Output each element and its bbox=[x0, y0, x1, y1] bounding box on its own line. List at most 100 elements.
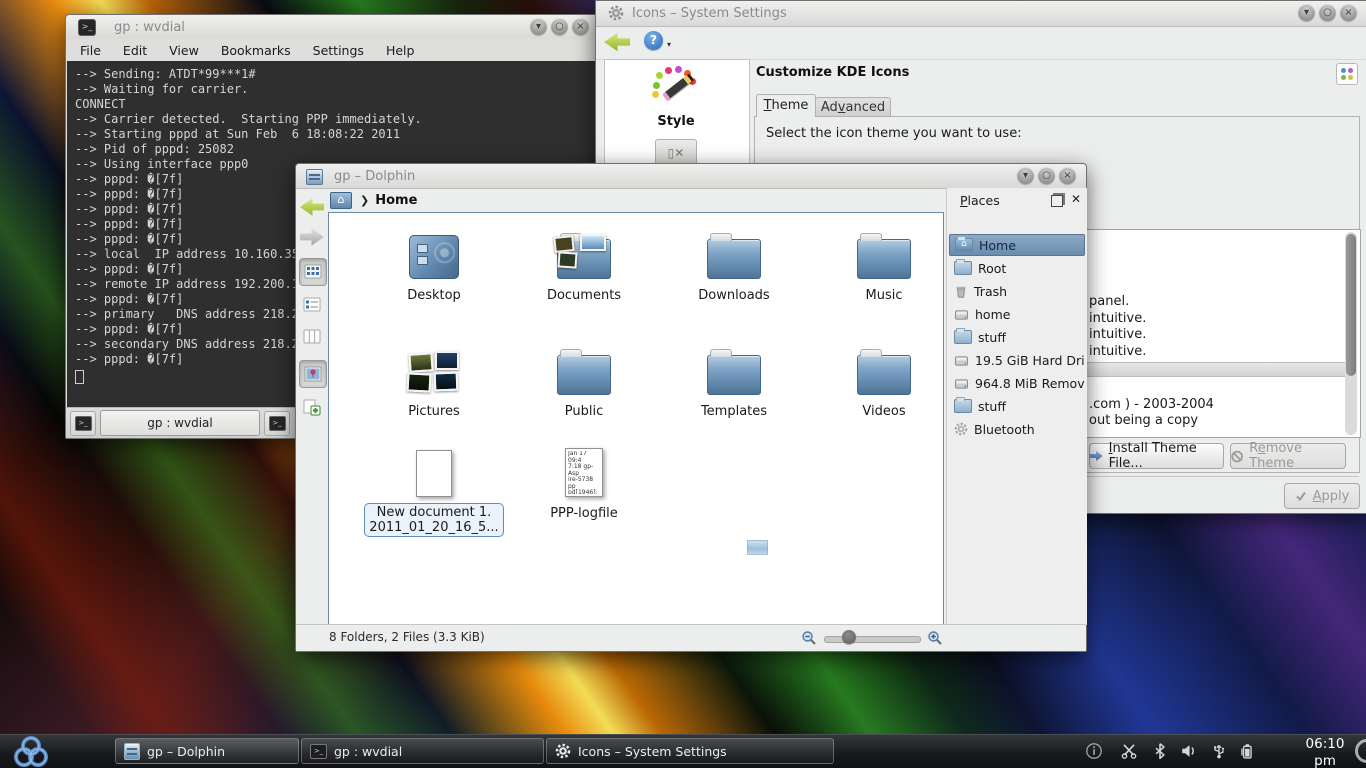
panel-toolbox-icon[interactable] bbox=[1355, 739, 1366, 763]
back-button[interactable] bbox=[299, 194, 325, 220]
terminal-titlebar[interactable]: >_ gp : wvdial ▾ ○ × bbox=[66, 15, 601, 40]
terminal-tab-button-2[interactable]: >_ bbox=[264, 411, 290, 436]
arrow-left-icon bbox=[300, 198, 324, 217]
tab-theme[interactable]: Theme bbox=[756, 94, 816, 117]
battery-icon[interactable] bbox=[1238, 742, 1256, 760]
terminal-title: gp : wvdial bbox=[114, 20, 185, 35]
clock[interactable]: 06:10 pm Sun, 6 Feb bbox=[1294, 736, 1356, 768]
document-icon bbox=[416, 450, 452, 497]
place-stuff-2[interactable]: stuff bbox=[949, 395, 1085, 417]
file-preview-text: Jan 17 09:4 7:18 gp-Asp ire-5738 pp pd[1… bbox=[568, 451, 600, 494]
maximize-button[interactable]: ○ bbox=[551, 18, 568, 35]
theme-credit-fragment: .com ) - 2003-2004 out being a copy bbox=[1089, 397, 1214, 429]
zoom-out-icon[interactable] bbox=[801, 630, 817, 646]
drag-artifact-icon bbox=[747, 540, 768, 555]
details-view-icon bbox=[303, 296, 321, 314]
menu-settings[interactable]: Settings bbox=[313, 43, 364, 58]
folder-item-public[interactable]: Public bbox=[509, 339, 659, 419]
place-hard-drive[interactable]: 19.5 GiB Hard Drive bbox=[949, 349, 1085, 371]
maximize-button[interactable]: ○ bbox=[1319, 4, 1336, 21]
place-bluetooth[interactable]: Bluetooth bbox=[949, 418, 1085, 440]
terminal-cursor bbox=[75, 370, 84, 384]
close-button[interactable]: × bbox=[572, 18, 589, 35]
places-panel-title: Places bbox=[960, 193, 1000, 208]
maximize-button[interactable]: ○ bbox=[1038, 167, 1055, 184]
folder-item-pictures[interactable]: Pictures bbox=[359, 339, 509, 419]
folder-item-downloads[interactable]: Downloads bbox=[659, 223, 809, 303]
dolphin-toolbar bbox=[296, 188, 328, 625]
zoom-slider-handle[interactable] bbox=[842, 630, 856, 644]
volume-icon[interactable] bbox=[1180, 742, 1198, 760]
menu-file[interactable]: File bbox=[80, 43, 101, 58]
folder-item-documents[interactable]: Documents bbox=[509, 223, 659, 303]
status-text: 8 Folders, 2 Files (3.3 KiB) bbox=[329, 630, 485, 644]
breadcrumb: ⌂ ❯ Home bbox=[328, 188, 946, 212]
menu-view[interactable]: View bbox=[169, 43, 199, 58]
columns-view-button[interactable] bbox=[299, 324, 325, 350]
zoom-in-icon[interactable] bbox=[927, 630, 943, 646]
place-trash[interactable]: Trash bbox=[949, 280, 1085, 302]
menu-bookmarks[interactable]: Bookmarks bbox=[221, 43, 291, 58]
sidebar-item-style[interactable]: Style ▯✕ bbox=[605, 64, 747, 167]
split-view-button[interactable] bbox=[299, 394, 325, 420]
menu-edit[interactable]: Edit bbox=[123, 43, 147, 58]
place-stuff-1[interactable]: stuff bbox=[949, 326, 1085, 348]
minimize-button[interactable]: ▾ bbox=[1017, 167, 1034, 184]
task-wvdial[interactable]: >_ gp : wvdial bbox=[301, 738, 544, 764]
place-home-drive[interactable]: home bbox=[949, 303, 1085, 325]
folder-item-desktop[interactable]: Desktop bbox=[359, 223, 509, 303]
install-theme-button[interactable]: Install Theme File... bbox=[1089, 443, 1224, 469]
folder-item-videos[interactable]: Videos bbox=[809, 339, 959, 419]
float-panel-icon[interactable] bbox=[1051, 195, 1063, 207]
file-item-ppp-logfile[interactable]: Jan 17 09:4 7:18 gp-Asp ire-5738 pp pd[1… bbox=[509, 435, 659, 521]
minimize-button[interactable]: ▾ bbox=[530, 18, 547, 35]
details-view-button[interactable] bbox=[299, 292, 325, 318]
icons-view-button[interactable] bbox=[299, 258, 327, 286]
overview-dots-button[interactable] bbox=[1336, 63, 1358, 85]
scrollbar[interactable] bbox=[1345, 232, 1357, 435]
terminal-icon: >_ bbox=[310, 744, 327, 759]
close-panel-icon[interactable]: ✕ bbox=[1071, 192, 1081, 206]
system-settings-titlebar[interactable]: Icons – System Settings ▾ ○ × bbox=[596, 1, 1366, 27]
clipboard-scissors-icon[interactable] bbox=[1120, 742, 1138, 760]
zoom-slider-track[interactable] bbox=[824, 636, 921, 643]
place-home[interactable]: ⌂ Home bbox=[949, 234, 1085, 256]
tab-advanced[interactable]: Advanced bbox=[815, 97, 891, 117]
folder-item-templates[interactable]: Templates bbox=[659, 339, 809, 419]
minimize-button[interactable]: ▾ bbox=[1298, 4, 1315, 21]
place-root[interactable]: Root bbox=[949, 257, 1085, 279]
close-button[interactable]: × bbox=[1059, 167, 1076, 184]
text-file-icon: Jan 17 09:4 7:18 gp-Asp ire-5738 pp pd[1… bbox=[565, 448, 603, 497]
terminal-tab[interactable]: gp : wvdial bbox=[100, 410, 260, 436]
new-tab-button[interactable]: >_ bbox=[70, 411, 96, 436]
style-icon bbox=[649, 66, 703, 106]
menu-help[interactable]: Help bbox=[386, 43, 415, 58]
usb-device-notifier-icon[interactable] bbox=[1210, 742, 1228, 760]
app-launcher-button[interactable] bbox=[8, 733, 54, 768]
folder-icon bbox=[954, 330, 972, 344]
file-item-new-document[interactable]: New document 1. 2011_01_20_16_5... bbox=[359, 435, 509, 537]
folder-item-music[interactable]: Music bbox=[809, 223, 959, 303]
home-folder-icon[interactable]: ⌂ bbox=[330, 192, 352, 209]
taskbar: gp – Dolphin >_ gp : wvdial Icons – Syst… bbox=[0, 734, 1366, 768]
close-button[interactable]: × bbox=[1340, 4, 1357, 21]
back-button[interactable] bbox=[604, 32, 630, 52]
folder-icon bbox=[557, 355, 611, 395]
dolphin-titlebar[interactable]: gp – Dolphin ▾ ○ × bbox=[296, 164, 1086, 189]
scrollbar-thumb[interactable] bbox=[1346, 234, 1356, 376]
place-removable[interactable]: 964.8 MiB Remov... bbox=[949, 372, 1085, 394]
file-view[interactable]: Desktop Documents Downloads Music bbox=[328, 212, 944, 625]
breadcrumb-home[interactable]: Home bbox=[375, 193, 417, 208]
system-settings-toolbar: ? ▾ bbox=[596, 26, 1366, 60]
help-button[interactable]: ? bbox=[644, 31, 663, 50]
info-tray-icon[interactable] bbox=[1085, 742, 1103, 760]
task-system-settings[interactable]: Icons – System Settings bbox=[546, 738, 834, 764]
chevron-down-icon[interactable]: ▾ bbox=[667, 40, 671, 49]
preview-button[interactable] bbox=[299, 360, 327, 388]
task-dolphin[interactable]: gp – Dolphin bbox=[115, 738, 299, 764]
forward-button[interactable] bbox=[299, 224, 325, 250]
bluetooth-icon[interactable] bbox=[1151, 742, 1169, 760]
apply-button[interactable]: Apply bbox=[1284, 483, 1360, 509]
remove-theme-button[interactable]: Remove Theme bbox=[1230, 443, 1346, 469]
places-panel: Places ✕ ⌂ Home Root Trash bbox=[946, 188, 1087, 625]
